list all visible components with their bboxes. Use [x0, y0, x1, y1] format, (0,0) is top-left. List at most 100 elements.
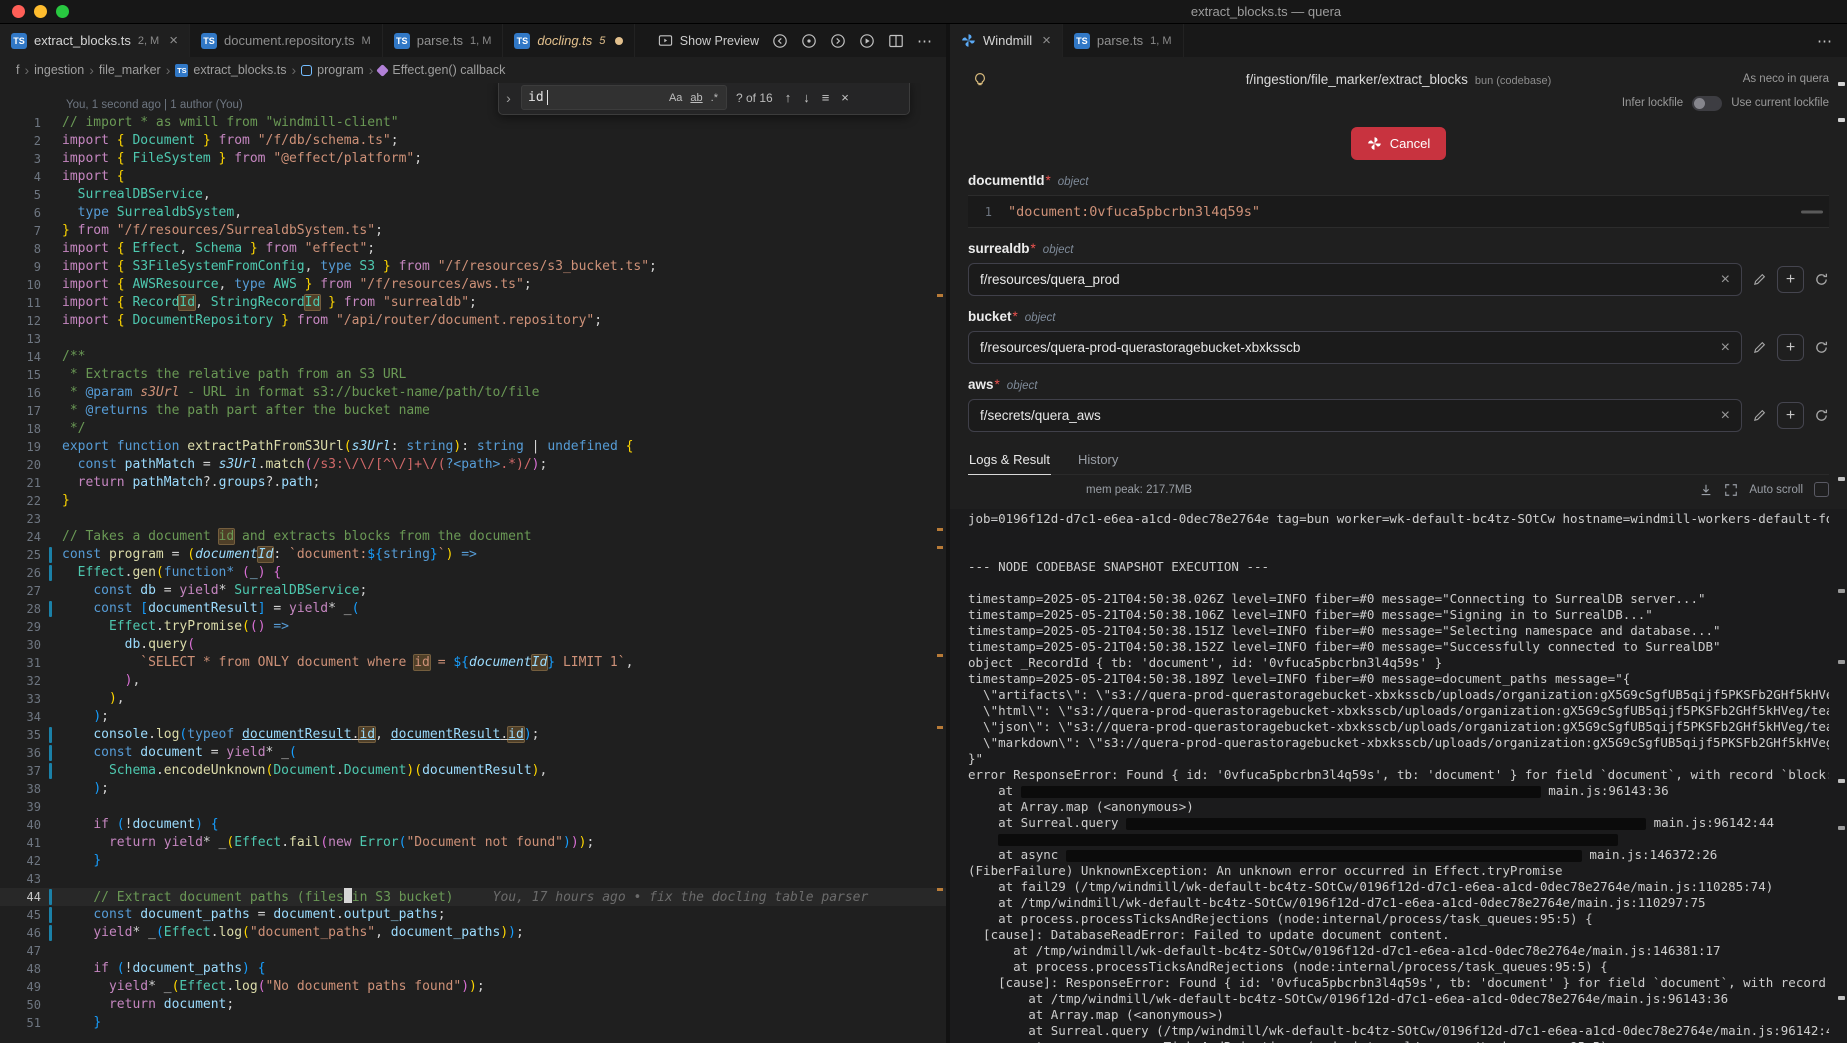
code-line[interactable]: 4 import { [0, 168, 946, 186]
line-gutter[interactable]: 12 [0, 312, 62, 330]
line-gutter[interactable]: 33 [0, 690, 62, 708]
editor-tab[interactable]: TS document.repository.ts M [190, 24, 383, 57]
line-gutter[interactable]: 41 [0, 834, 62, 852]
auto-scroll-checkbox[interactable] [1814, 482, 1829, 497]
result-tab-logs-result[interactable]: Logs & Result [968, 447, 1051, 475]
show-preview-label[interactable]: Show Preview [680, 34, 759, 48]
zoom-window-button[interactable] [56, 5, 69, 18]
code-line[interactable]: 36 const document = yield* _( [0, 744, 946, 762]
toggle-replace-icon[interactable]: › [502, 90, 515, 106]
code-editor[interactable]: › id Aa ab .* ? of 16 ↑ ↓ ≡ × You, 1 sec… [0, 83, 946, 1043]
line-gutter[interactable]: 48 [0, 960, 62, 978]
more-actions-icon[interactable]: ⋯ [917, 32, 932, 50]
editor-tab[interactable]: TS parse.ts 1, M [382, 24, 504, 57]
breadcrumb-item[interactable]: program [301, 63, 364, 77]
edit-resource-icon[interactable] [1752, 340, 1767, 355]
line-gutter[interactable]: 31 [0, 654, 62, 672]
code-line[interactable]: 35 console.log(typeof documentResult.id,… [0, 726, 946, 744]
edit-resource-icon[interactable] [1752, 272, 1767, 287]
line-gutter[interactable]: 37 [0, 762, 62, 780]
editor-overview-ruler[interactable] [936, 83, 944, 1043]
line-gutter[interactable]: 1 [0, 114, 62, 132]
code-line[interactable]: 5 SurrealDBService, [0, 186, 946, 204]
line-gutter[interactable]: 45 [0, 906, 62, 924]
code-line[interactable]: 41 return yield* _(Effect.fail(new Error… [0, 834, 946, 852]
code-line[interactable]: 45 const document_paths = document.outpu… [0, 906, 946, 924]
code-line[interactable]: 18 */ [0, 420, 946, 438]
breadcrumb-item[interactable]: f [16, 63, 19, 77]
expand-logs-icon[interactable] [1724, 483, 1738, 497]
whole-word-icon[interactable]: ab [688, 91, 704, 105]
line-gutter[interactable]: 39 [0, 798, 62, 816]
line-gutter[interactable]: 30 [0, 636, 62, 654]
find-in-selection-icon[interactable]: ≡ [819, 90, 833, 105]
code-line[interactable]: 29 Effect.tryPromise(() => [0, 618, 946, 636]
line-gutter[interactable]: 18 [0, 420, 62, 438]
line-gutter[interactable]: 15 [0, 366, 62, 384]
code-line[interactable]: 25 const program = (documentId: `document… [0, 546, 946, 564]
line-gutter[interactable]: 28 [0, 600, 62, 618]
code-line[interactable]: 22} [0, 492, 946, 510]
line-gutter[interactable]: 50 [0, 996, 62, 1014]
find-next-icon[interactable]: ↓ [800, 90, 813, 105]
code-line[interactable]: 7} from "/f/resources/SurrealdbSystem.ts… [0, 222, 946, 240]
line-gutter[interactable]: 17 [0, 402, 62, 420]
line-gutter[interactable]: 51 [0, 1014, 62, 1032]
code-line[interactable]: 38 ); [0, 780, 946, 798]
editor-tab[interactable]: TS docling.ts 5 [503, 24, 636, 57]
code-line[interactable]: 37 Schema.encodeUnknown(Document.Documen… [0, 762, 946, 780]
code-line[interactable]: 10 import { AWSResource, type AWS } from … [0, 276, 946, 294]
close-find-icon[interactable]: × [838, 90, 852, 105]
code-line[interactable]: 46 yield* _(Effect.log("document_paths",… [0, 924, 946, 942]
code-line[interactable]: 14 /** [0, 348, 946, 366]
lockfile-toggle[interactable] [1692, 95, 1723, 111]
result-tab-history[interactable]: History [1077, 447, 1119, 474]
navigate-forward-icon[interactable] [830, 33, 846, 49]
line-gutter[interactable]: 24 [0, 528, 62, 546]
code-line[interactable]: 51 } [0, 1014, 946, 1032]
add-resource-icon[interactable]: + [1777, 266, 1804, 293]
panel-overview-ruler[interactable] [1837, 24, 1846, 1043]
code-line[interactable]: 47 [0, 942, 946, 960]
code-line[interactable]: 6 type SurrealdbSystem, [0, 204, 946, 222]
line-gutter[interactable]: 38 [0, 780, 62, 798]
close-window-button[interactable] [12, 5, 25, 18]
clear-value-icon[interactable]: × [1721, 339, 1730, 356]
line-gutter[interactable]: 7 [0, 222, 62, 240]
documentId-editor[interactable]: 1 "document:0vfuca5pbcrbn3l4q59s" [968, 195, 1829, 228]
breadcrumb-item[interactable]: ingestion [34, 63, 84, 77]
navigate-back-icon[interactable] [772, 33, 788, 49]
code-line[interactable]: 42 } [0, 852, 946, 870]
run-file-icon[interactable] [859, 33, 875, 49]
code-line[interactable]: 39 [0, 798, 946, 816]
line-gutter[interactable]: 20 [0, 456, 62, 474]
code-line[interactable]: 19 export function extractPathFromS3Url(s… [0, 438, 946, 456]
line-gutter[interactable]: 3 [0, 150, 62, 168]
code-line[interactable]: 50 return document; [0, 996, 946, 1014]
find-input[interactable]: id Aa ab .* [521, 85, 727, 110]
find-previous-icon[interactable]: ↑ [782, 90, 795, 105]
refresh-resource-icon[interactable] [1814, 272, 1829, 287]
line-gutter[interactable]: 10 [0, 276, 62, 294]
clear-value-icon[interactable]: × [1721, 271, 1730, 288]
code-line[interactable]: 40 if (!document) { [0, 816, 946, 834]
code-line[interactable]: 49 yield* _(Effect.log("No document path… [0, 978, 946, 996]
code-line[interactable]: 20 const pathMatch = s3Url.match(/s3:\/\… [0, 456, 946, 474]
clear-value-icon[interactable]: × [1721, 407, 1730, 424]
line-gutter[interactable]: 26 [0, 564, 62, 582]
line-gutter[interactable]: 47 [0, 942, 62, 960]
code-line[interactable]: 34 ); [0, 708, 946, 726]
regex-icon[interactable]: .* [709, 91, 720, 105]
close-tab-icon[interactable]: × [1042, 33, 1051, 48]
code-line[interactable]: 8 import { Effect, Schema } from "effect"… [0, 240, 946, 258]
line-gutter[interactable]: 6 [0, 204, 62, 222]
code-line[interactable]: 16 * @param s3Url - URL in format s3://b… [0, 384, 946, 402]
code-line[interactable]: 28 const [documentResult] = yield* _( [0, 600, 946, 618]
download-logs-icon[interactable] [1699, 483, 1713, 497]
line-gutter[interactable]: 44 [0, 888, 62, 906]
code-line[interactable]: 17 * @returns the path part after the bu… [0, 402, 946, 420]
line-gutter[interactable]: 46 [0, 924, 62, 942]
refresh-resource-icon[interactable] [1814, 340, 1829, 355]
code-line[interactable]: 32 ), [0, 672, 946, 690]
editor-tab[interactable]: TS parse.ts 1, M [1062, 24, 1184, 57]
